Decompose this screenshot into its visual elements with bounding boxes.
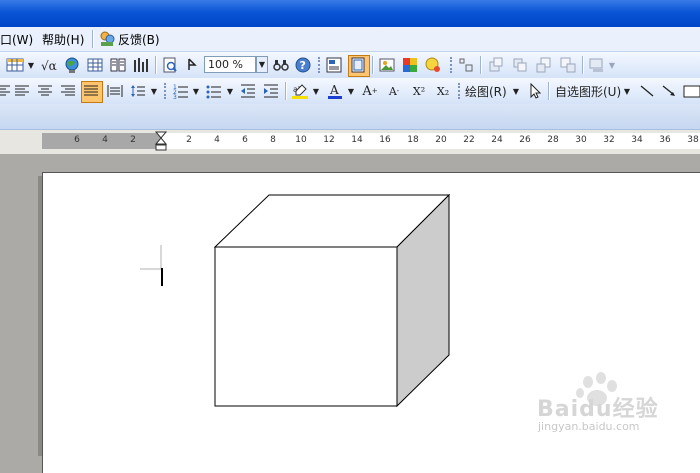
watermark-logo-text: Baidu经验 (537, 397, 659, 422)
watermark-url: jingyan.baidu.com (538, 420, 640, 433)
text-cursor (161, 268, 163, 286)
margin-corner-mark (140, 245, 162, 270)
cube-shape[interactable] (213, 193, 451, 408)
cube-front-face[interactable] (214, 246, 398, 407)
page-content-canvas (140, 193, 617, 408)
